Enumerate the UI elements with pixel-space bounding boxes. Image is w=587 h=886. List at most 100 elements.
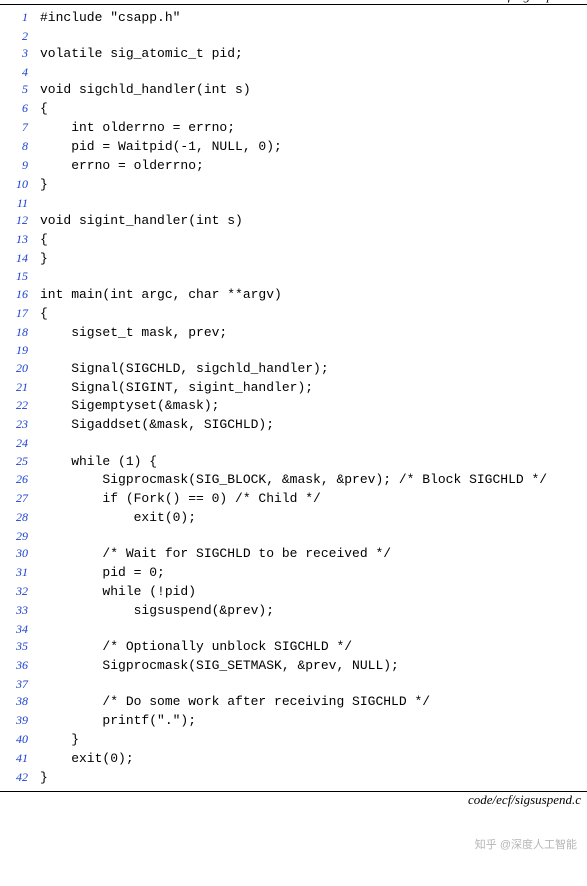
code-text bbox=[40, 435, 587, 452]
line-number: 25 bbox=[0, 453, 40, 472]
line-number: 28 bbox=[0, 509, 40, 528]
code-text: sigsuspend(&prev); bbox=[40, 602, 587, 621]
code-text: #include "csapp.h" bbox=[40, 9, 587, 28]
code-row: 40 } bbox=[0, 731, 587, 750]
line-number: 26 bbox=[0, 471, 40, 490]
code-text bbox=[40, 195, 587, 212]
code-row: 26 Sigprocmask(SIG_BLOCK, &mask, &prev);… bbox=[0, 471, 587, 490]
code-row: 10} bbox=[0, 176, 587, 195]
code-row: 19 bbox=[0, 342, 587, 359]
line-number: 7 bbox=[0, 119, 40, 138]
code-text: } bbox=[40, 769, 587, 788]
code-text: Signal(SIGINT, sigint_handler); bbox=[40, 379, 587, 398]
code-text: void sigint_handler(int s) bbox=[40, 212, 587, 231]
code-row: 24 bbox=[0, 435, 587, 452]
line-number: 18 bbox=[0, 324, 40, 343]
code-container: 1#include "csapp.h"23volatile sig_atomic… bbox=[0, 4, 587, 792]
line-number: 34 bbox=[0, 621, 40, 638]
code-text: Sigaddset(&mask, SIGCHLD); bbox=[40, 416, 587, 435]
line-number: 10 bbox=[0, 176, 40, 195]
line-number: 19 bbox=[0, 342, 40, 359]
line-number: 29 bbox=[0, 528, 40, 545]
code-text: Sigemptyset(&mask); bbox=[40, 397, 587, 416]
line-number: 4 bbox=[0, 64, 40, 81]
code-row: 38 /* Do some work after receiving SIGCH… bbox=[0, 693, 587, 712]
code-text: int main(int argc, char **argv) bbox=[40, 286, 587, 305]
code-text: int olderrno = errno; bbox=[40, 119, 587, 138]
code-text: while (!pid) bbox=[40, 583, 587, 602]
line-number: 31 bbox=[0, 564, 40, 583]
code-text: errno = olderrno; bbox=[40, 157, 587, 176]
code-row: 11 bbox=[0, 195, 587, 212]
code-row: 34 bbox=[0, 621, 587, 638]
code-text: /* Optionally unblock SIGCHLD */ bbox=[40, 638, 587, 657]
filepath-bottom-text: code/ecf/sigsuspend.c bbox=[464, 792, 581, 807]
code-text: /* Wait for SIGCHLD to be received */ bbox=[40, 545, 587, 564]
code-text: } bbox=[40, 250, 587, 269]
line-number: 6 bbox=[0, 100, 40, 119]
code-text: pid = 0; bbox=[40, 564, 587, 583]
line-number: 41 bbox=[0, 750, 40, 769]
line-number: 24 bbox=[0, 435, 40, 452]
code-row: 5void sigchld_handler(int s) bbox=[0, 81, 587, 100]
line-number: 38 bbox=[0, 693, 40, 712]
code-text: Sigprocmask(SIG_BLOCK, &mask, &prev); /*… bbox=[40, 471, 587, 490]
code-row: 33 sigsuspend(&prev); bbox=[0, 602, 587, 621]
line-number: 30 bbox=[0, 545, 40, 564]
code-row: 35 /* Optionally unblock SIGCHLD */ bbox=[0, 638, 587, 657]
code-row: 32 while (!pid) bbox=[0, 583, 587, 602]
code-text: printf("."); bbox=[40, 712, 587, 731]
watermark: 知乎 @深度人工智能 bbox=[475, 836, 577, 852]
code-text: Sigprocmask(SIG_SETMASK, &prev, NULL); bbox=[40, 657, 587, 676]
code-row: 18 sigset_t mask, prev; bbox=[0, 324, 587, 343]
code-row: 36 Sigprocmask(SIG_SETMASK, &prev, NULL)… bbox=[0, 657, 587, 676]
code-row: 23 Sigaddset(&mask, SIGCHLD); bbox=[0, 416, 587, 435]
code-text: while (1) { bbox=[40, 453, 587, 472]
code-text bbox=[40, 268, 587, 285]
code-row: 8 pid = Waitpid(-1, NULL, 0); bbox=[0, 138, 587, 157]
code-text bbox=[40, 342, 587, 359]
code-row: 41 exit(0); bbox=[0, 750, 587, 769]
line-number: 33 bbox=[0, 602, 40, 621]
code-text: if (Fork() == 0) /* Child */ bbox=[40, 490, 587, 509]
line-number: 3 bbox=[0, 45, 40, 64]
code-text: { bbox=[40, 305, 587, 324]
code-row: 39 printf("."); bbox=[0, 712, 587, 731]
line-number: 20 bbox=[0, 360, 40, 379]
code-row: 4 bbox=[0, 64, 587, 81]
filepath-top-text: code/ecf/sigsuspend.c bbox=[464, 0, 581, 3]
code-text: } bbox=[40, 731, 587, 750]
code-row: 14} bbox=[0, 250, 587, 269]
code-row: 3volatile sig_atomic_t pid; bbox=[0, 45, 587, 64]
code-row: 20 Signal(SIGCHLD, sigchld_handler); bbox=[0, 360, 587, 379]
code-text: } bbox=[40, 176, 587, 195]
line-number: 13 bbox=[0, 231, 40, 250]
code-row: 16int main(int argc, char **argv) bbox=[0, 286, 587, 305]
line-number: 2 bbox=[0, 28, 40, 45]
code-text: /* Do some work after receiving SIGCHLD … bbox=[40, 693, 587, 712]
code-row: 17{ bbox=[0, 305, 587, 324]
code-row: 22 Sigemptyset(&mask); bbox=[0, 397, 587, 416]
code-text bbox=[40, 64, 587, 81]
line-number: 14 bbox=[0, 250, 40, 269]
line-number: 15 bbox=[0, 268, 40, 285]
line-number: 36 bbox=[0, 657, 40, 676]
code-row: 7 int olderrno = errno; bbox=[0, 119, 587, 138]
code-row: 15 bbox=[0, 268, 587, 285]
line-number: 16 bbox=[0, 286, 40, 305]
code-row: 1#include "csapp.h" bbox=[0, 9, 587, 28]
line-number: 39 bbox=[0, 712, 40, 731]
code-text: Signal(SIGCHLD, sigchld_handler); bbox=[40, 360, 587, 379]
code-row: 12void sigint_handler(int s) bbox=[0, 212, 587, 231]
line-number: 5 bbox=[0, 81, 40, 100]
line-number: 32 bbox=[0, 583, 40, 602]
code-row: 9 errno = olderrno; bbox=[0, 157, 587, 176]
line-number: 35 bbox=[0, 638, 40, 657]
line-number: 23 bbox=[0, 416, 40, 435]
code-text: exit(0); bbox=[40, 509, 587, 528]
code-row: 25 while (1) { bbox=[0, 453, 587, 472]
line-number: 12 bbox=[0, 212, 40, 231]
line-number: 42 bbox=[0, 769, 40, 788]
code-text bbox=[40, 621, 587, 638]
code-text: void sigchld_handler(int s) bbox=[40, 81, 587, 100]
